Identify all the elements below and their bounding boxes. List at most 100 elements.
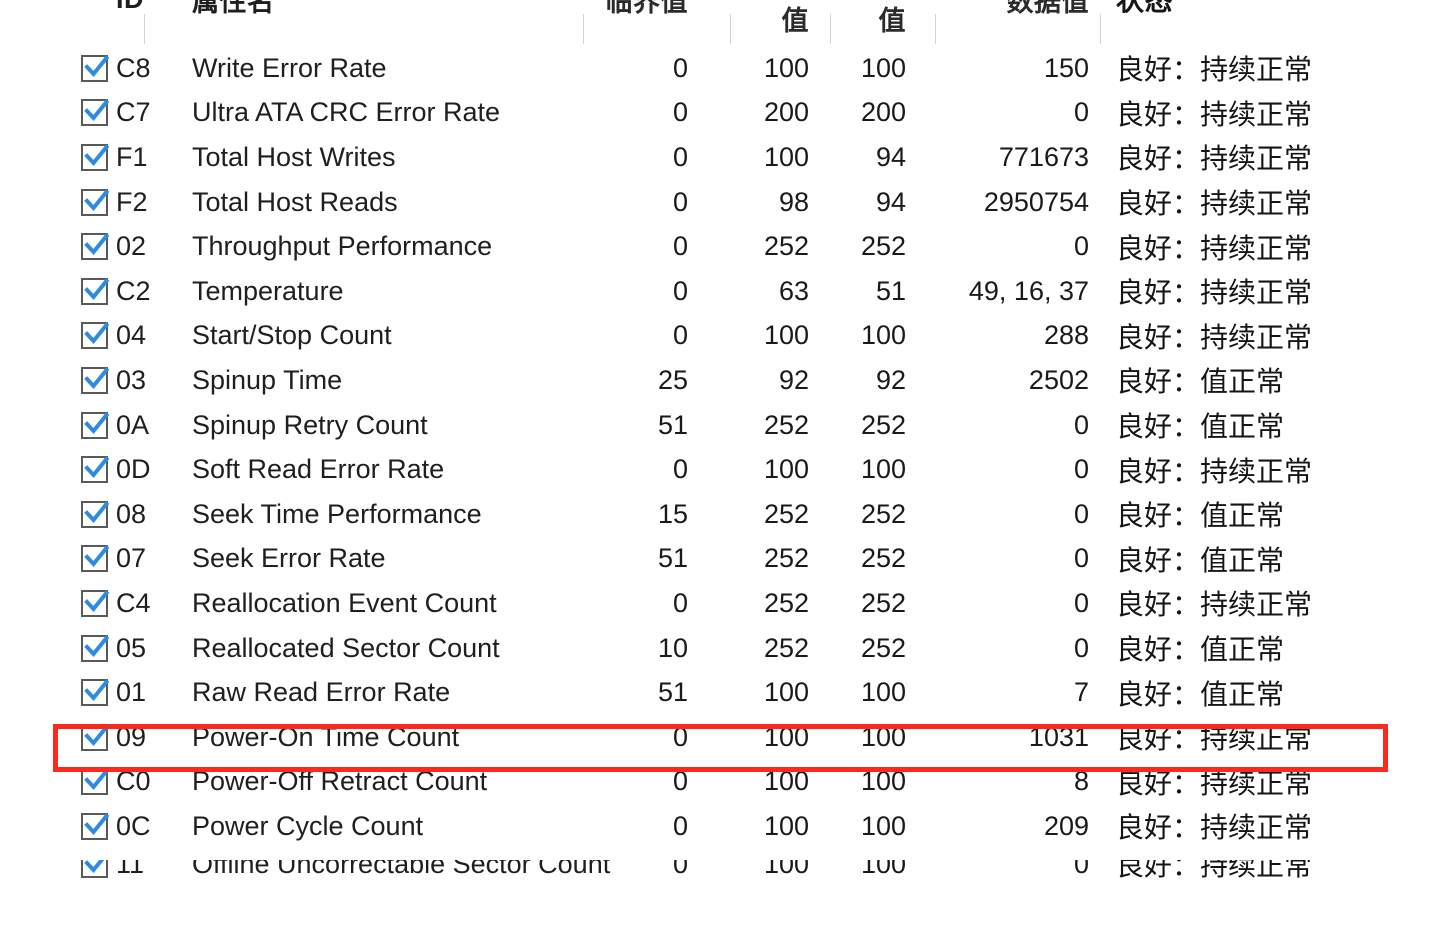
table-row[interactable]: F2 Total Host Reads 0 98 94 2950754 良好：持续正常 [0, 180, 1440, 225]
cell-name: Write Error Rate [192, 52, 387, 83]
table-row[interactable]: 0D Soft Read Error Rate 0 100 100 0 良好：持续正常 [0, 447, 1440, 492]
smart-attributes-screen: ID 属性名 临界值 当前值 最差值 数据值 状态 C8 Write Error … [0, 0, 1440, 936]
cell-current: 100 [763, 810, 809, 841]
table-row[interactable]: 03 Spinup Time 25 92 92 2502 良好：值正常 [0, 358, 1440, 403]
column-header-name[interactable]: 属性名 [164, 0, 583, 19]
cell-status: 良好：持续正常 [1116, 811, 1313, 845]
row-checkbox-cell[interactable] [0, 188, 110, 216]
cell-name: Seek Error Rate [192, 543, 386, 574]
checkbox-checked-icon[interactable] [81, 723, 110, 751]
row-checkbox-cell[interactable] [0, 500, 110, 528]
cell-id: 01 [116, 677, 147, 708]
cell-current: 252 [763, 409, 809, 440]
column-header-worst[interactable]: 最差值 [830, 0, 935, 38]
checkbox-checked-icon[interactable] [81, 634, 110, 662]
column-header-id[interactable]: ID [108, 0, 164, 15]
row-checkbox-cell[interactable] [0, 634, 110, 662]
table-row[interactable]: 11 Offline Uncorrectable Sector Count 0 100… [0, 860, 1440, 887]
table-row[interactable]: C2 Temperature 0 63 51 49, 16, 37 良好：持续正常 [0, 269, 1440, 314]
cell-raw: 150 [1043, 52, 1089, 83]
cell-thresh: 51 [657, 677, 688, 708]
table-row[interactable]: 08 Seek Time Performance 15 252 252 0 良好：值正常 [0, 492, 1440, 537]
table-row[interactable]: 04 Start/Stop Count 0 100 100 288 良好：持续正常 [0, 314, 1440, 359]
table-row[interactable]: F1 Total Host Writes 0 100 94 771673 良好：持续正常 [0, 135, 1440, 180]
table-body: C8 Write Error Rate 0 100 100 150 良好：持续正常 C7 Ult… [0, 46, 1440, 849]
row-checkbox-cell[interactable] [0, 143, 110, 171]
cell-status: 良好：值正常 [1116, 410, 1285, 444]
checkbox-checked-icon[interactable] [81, 545, 110, 573]
checkbox-checked-icon[interactable] [81, 366, 110, 394]
cell-worst: 252 [860, 409, 906, 440]
checkbox-checked-icon[interactable] [81, 99, 110, 127]
row-checkbox-cell[interactable] [0, 277, 110, 305]
cell-name: Spinup Time [192, 364, 343, 395]
cell-thresh: 0 [672, 231, 688, 262]
checkbox-checked-icon[interactable] [81, 456, 110, 484]
checkbox-checked-icon[interactable] [81, 188, 110, 216]
checkbox-checked-icon[interactable] [81, 233, 110, 261]
cell-id: 07 [116, 543, 147, 574]
checkbox-checked-icon[interactable] [81, 500, 110, 528]
row-checkbox-cell[interactable] [0, 99, 110, 127]
table-row[interactable]: C0 Power-Off Retract Count 0 100 100 8 良好：持续正常 [0, 760, 1440, 805]
row-checkbox-cell[interactable] [0, 411, 110, 439]
checkbox-checked-icon[interactable] [81, 277, 110, 305]
table-row[interactable]: 05 Reallocated Sector Count 10 252 252 0 良好：值正… [0, 626, 1440, 671]
checkbox-checked-icon[interactable] [81, 768, 110, 796]
row-checkbox-cell[interactable] [0, 54, 110, 82]
cell-name: Total Host Writes [192, 141, 396, 172]
row-checkbox-cell[interactable] [0, 322, 110, 350]
table-row[interactable]: C7 Ultra ATA CRC Error Rate 0 200 200 0 良好：持续正… [0, 91, 1440, 136]
table-row[interactable]: 0A Spinup Retry Count 51 252 252 0 良好：值正常 [0, 403, 1440, 448]
cell-id: 08 [116, 498, 147, 529]
table-row[interactable]: C8 Write Error Rate 0 100 100 150 良好：持续正常 [0, 46, 1440, 91]
checkbox-checked-icon[interactable] [81, 322, 110, 350]
checkbox-checked-icon[interactable] [81, 411, 110, 439]
cell-name: Seek Time Performance [192, 498, 482, 529]
cell-current: 100 [763, 141, 809, 172]
cell-raw: 0 [1073, 409, 1089, 440]
row-checkbox-cell[interactable] [0, 456, 110, 484]
cell-current: 252 [763, 498, 809, 529]
column-header-thresh[interactable]: 临界值 [583, 0, 730, 19]
row-checkbox-cell[interactable] [0, 366, 110, 394]
table-row[interactable]: 01 Raw Read Error Rate 51 100 100 7 良好：值正常 [0, 670, 1440, 715]
checkbox-checked-icon[interactable] [81, 54, 110, 82]
cell-raw: 49, 16, 37 [968, 275, 1089, 306]
row-checkbox-cell[interactable] [0, 679, 110, 707]
column-header-current[interactable]: 当前值 [730, 0, 830, 38]
cell-name: Temperature [192, 275, 344, 306]
cell-raw: 0 [1073, 860, 1089, 879]
row-checkbox-cell[interactable] [0, 233, 110, 261]
table-row[interactable]: 02 Throughput Performance 0 252 252 0 良好：持续正常 [0, 224, 1440, 269]
row-checkbox-cell[interactable] [0, 812, 110, 840]
column-header-raw[interactable]: 数据值 [935, 0, 1100, 19]
cell-id: C2 [116, 275, 151, 306]
cell-thresh: 15 [657, 498, 688, 529]
cell-current: 100 [763, 860, 809, 879]
checkbox-checked-icon[interactable] [81, 143, 110, 171]
table-row[interactable]: C4 Reallocation Event Count 0 252 252 0 良好：持续正… [0, 581, 1440, 626]
partial-bottom-row-clip: 11 Offline Uncorrectable Sector Count 0 100… [0, 860, 1440, 936]
checkbox-checked-icon[interactable] [81, 589, 110, 617]
table-row[interactable]: 09 Power-On Time Count 0 100 100 1031 良好：持续正常 [0, 715, 1440, 760]
cell-current: 200 [763, 97, 809, 128]
row-checkbox-cell[interactable] [0, 723, 110, 751]
checkbox-checked-icon[interactable] [81, 860, 108, 878]
row-checkbox-cell[interactable] [0, 545, 110, 573]
checkbox-checked-icon[interactable] [81, 679, 110, 707]
cell-current: 100 [763, 721, 809, 752]
cell-id: 11 [116, 860, 145, 879]
checkbox-checked-icon[interactable] [81, 812, 110, 840]
table-row[interactable]: 0C Power Cycle Count 0 100 100 209 良好：持续正常 [0, 804, 1440, 849]
column-header-status[interactable]: 状态 [1100, 0, 1440, 19]
cell-status: 良好：持续正常 [1116, 588, 1313, 622]
table-row[interactable]: 07 Seek Error Rate 51 252 252 0 良好：值正常 [0, 537, 1440, 582]
cell-current: 98 [778, 186, 809, 217]
cell-status: 良好：值正常 [1116, 677, 1285, 711]
row-checkbox-cell[interactable] [0, 589, 110, 617]
row-checkbox-cell[interactable] [0, 768, 110, 796]
row-checkbox-cell[interactable] [0, 860, 108, 878]
cell-status: 良好：持续正常 [1116, 231, 1313, 265]
cell-name: Spinup Retry Count [192, 409, 428, 440]
